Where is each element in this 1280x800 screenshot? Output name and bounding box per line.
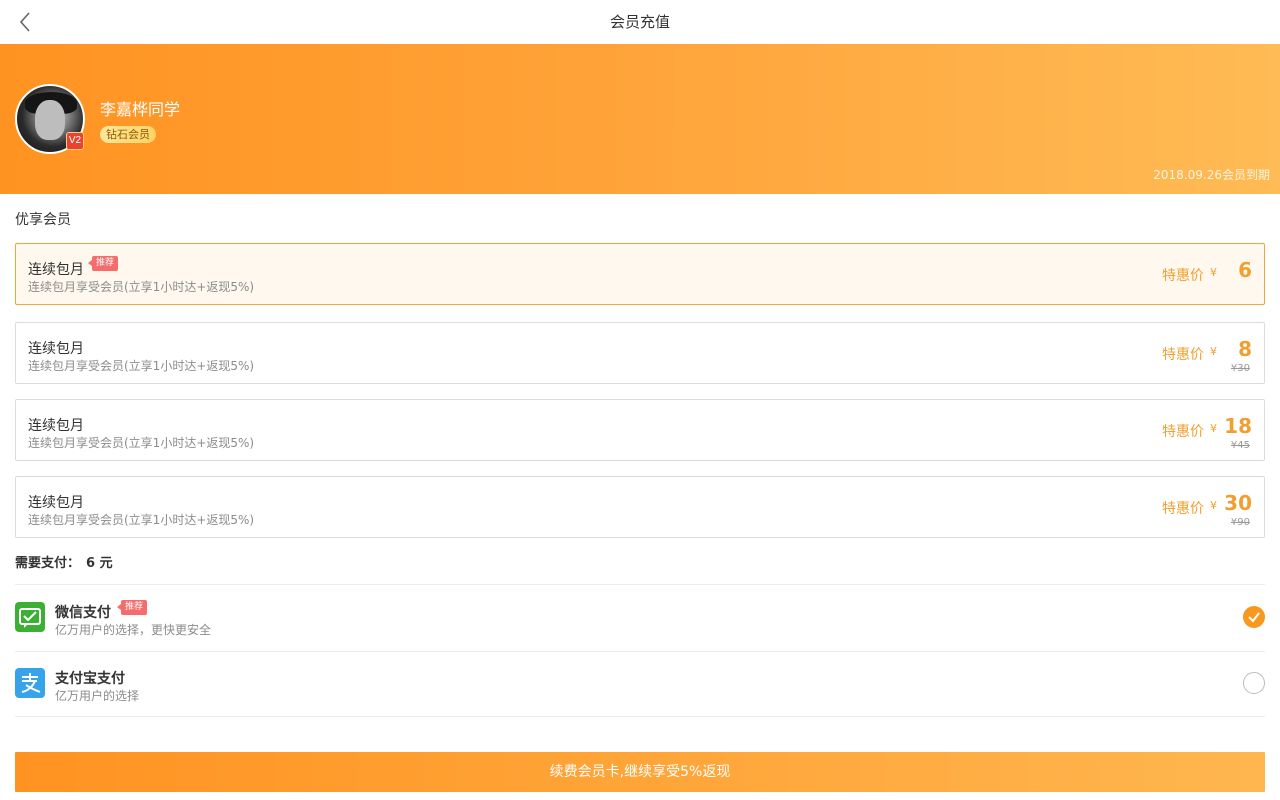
price-currency: ¥ bbox=[1210, 266, 1217, 279]
plan-card-1[interactable]: 连续包月 推荐 连续包月享受会员(立享1小时达+返现5%) 特惠价 ¥ 6 bbox=[15, 243, 1265, 305]
price-currency: ¥ bbox=[1210, 345, 1217, 358]
pay-summary-label: 需要支付： bbox=[15, 556, 81, 571]
recommend-tag: 推荐 bbox=[87, 256, 119, 271]
plan-desc: 连续包月享受会员(立享1小时达+返现5%) bbox=[28, 359, 255, 373]
plan-name: 连续包月 bbox=[28, 341, 84, 357]
price-label: 特惠价 bbox=[1162, 268, 1204, 284]
member-banner: 李嘉桦同学 钻石会员 2018.09.26会员到期 bbox=[0, 44, 1280, 194]
price-value: 6 bbox=[1238, 258, 1252, 282]
plan-name: 连续包月 bbox=[28, 418, 84, 434]
radio-unchecked-icon[interactable] bbox=[1243, 672, 1265, 694]
original-price: ¥30 bbox=[1230, 363, 1250, 374]
payment-option-wechat[interactable]: 微信支付 推荐 亿万用户的选择，更快更安全 bbox=[15, 585, 1265, 649]
payment-name: 微信支付 bbox=[55, 605, 111, 621]
price-label: 特惠价 bbox=[1162, 347, 1204, 363]
payment-name: 支付宝支付 bbox=[55, 671, 125, 687]
plan-card-3[interactable]: 连续包月 连续包月享受会员(立享1小时达+返现5%) 特惠价 ¥ 18 ¥45 bbox=[15, 399, 1265, 461]
divider bbox=[15, 716, 1265, 717]
price-value: 30 bbox=[1224, 491, 1252, 515]
radio-checked-icon[interactable] bbox=[1243, 606, 1265, 628]
original-price: ¥90 bbox=[1230, 517, 1250, 528]
plan-desc: 连续包月享受会员(立享1小时达+返现5%) bbox=[28, 436, 255, 450]
price-box: 特惠价 ¥ 30 ¥90 bbox=[1162, 485, 1252, 531]
price-box: 特惠价 ¥ 18 ¥45 bbox=[1162, 408, 1252, 454]
price-label: 特惠价 bbox=[1162, 424, 1204, 440]
price-label: 特惠价 bbox=[1162, 501, 1204, 517]
page-title: 会员充值 bbox=[609, 13, 670, 31]
navbar: 会员充值 bbox=[0, 0, 1280, 44]
pay-summary: 需要支付： 6 元 bbox=[15, 552, 113, 571]
price-box: 特惠价 ¥ 6 bbox=[1162, 252, 1252, 298]
plan-desc: 连续包月享受会员(立享1小时达+返现5%) bbox=[28, 513, 255, 527]
price-value: 18 bbox=[1224, 414, 1252, 438]
payment-option-alipay[interactable]: 支付宝支付 亿万用户的选择 bbox=[15, 651, 1265, 715]
wechat-pay-icon bbox=[15, 602, 45, 632]
avatar-face-shape bbox=[35, 100, 65, 140]
payment-desc: 亿万用户的选择 bbox=[55, 689, 140, 703]
plan-card-4[interactable]: 连续包月 连续包月享受会员(立享1小时达+返现5%) 特惠价 ¥ 30 ¥90 bbox=[15, 476, 1265, 538]
price-value: 8 bbox=[1238, 337, 1252, 361]
pay-summary-amount: 6 元 bbox=[86, 556, 113, 571]
recommend-tag: 推荐 bbox=[116, 600, 148, 615]
price-currency: ¥ bbox=[1210, 499, 1217, 512]
expire-date: 2018.09.26会员到期 bbox=[1153, 168, 1270, 182]
renew-button[interactable]: 续费会员卡,继续享受5%返现 bbox=[15, 752, 1265, 792]
plan-name: 连续包月 bbox=[28, 495, 84, 511]
plan-card-2[interactable]: 连续包月 连续包月享受会员(立享1小时达+返现5%) 特惠价 ¥ 8 ¥30 bbox=[15, 322, 1265, 384]
vip-level-badge: V2 bbox=[66, 132, 84, 150]
plan-desc: 连续包月享受会员(立享1小时达+返现5%) bbox=[28, 280, 255, 294]
user-name: 李嘉桦同学 bbox=[100, 100, 181, 119]
plan-name: 连续包月 bbox=[28, 262, 84, 278]
price-box: 特惠价 ¥ 8 ¥30 bbox=[1162, 331, 1252, 377]
payment-desc: 亿万用户的选择，更快更安全 bbox=[55, 623, 212, 637]
price-currency: ¥ bbox=[1210, 422, 1217, 435]
section-title: 优享会员 bbox=[15, 212, 71, 228]
original-price: ¥45 bbox=[1230, 440, 1250, 451]
alipay-icon bbox=[15, 668, 45, 698]
member-level-badge: 钻石会员 bbox=[100, 126, 156, 143]
